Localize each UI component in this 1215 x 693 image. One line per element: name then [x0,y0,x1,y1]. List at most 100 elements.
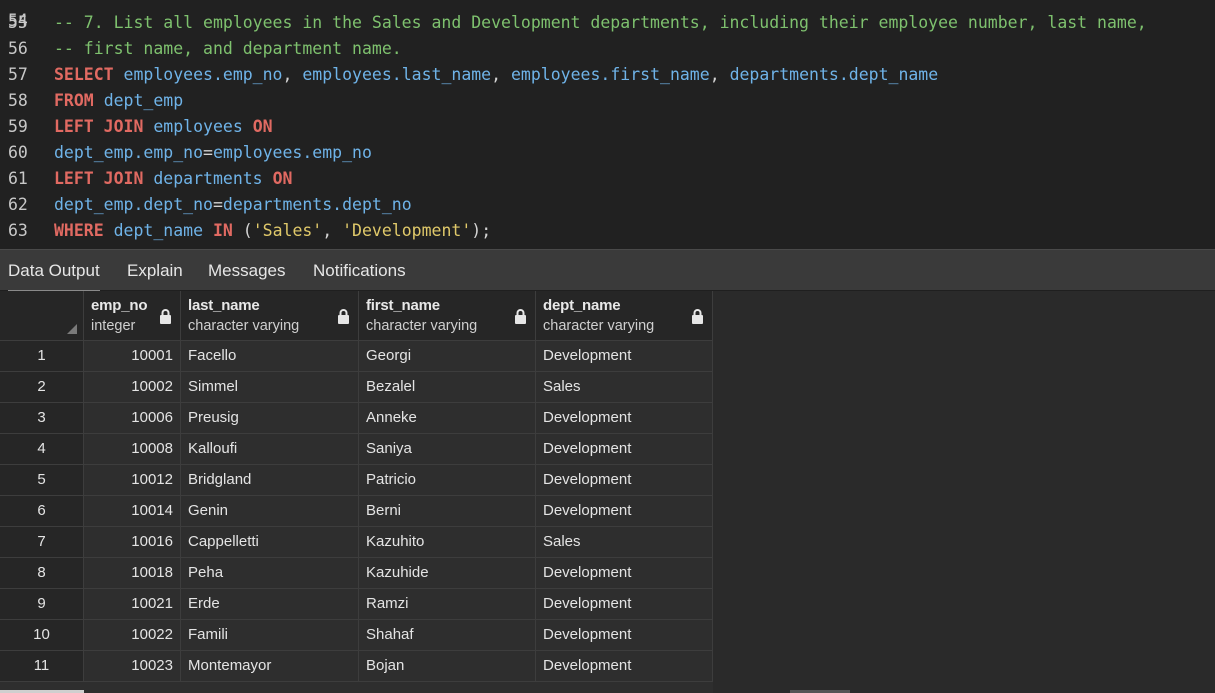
cell-first-name[interactable]: Kazuhito [359,527,536,558]
cell-first-name[interactable]: Anneke [359,403,536,434]
code-token: ON [272,169,293,188]
column-header-emp-no[interactable]: emp_no integer [84,291,181,341]
code-token: , [709,65,730,84]
cell-emp-no[interactable]: 10022 [84,620,181,651]
cell-last-name[interactable]: Famili [181,620,359,651]
table-row[interactable]: 3 10006 Preusig Anneke Development [0,403,713,434]
code-line[interactable]: 57 SELECT employees.emp_no, employees.las… [0,62,1215,88]
cell-dept-name[interactable]: Development [536,589,713,620]
row-number[interactable]: 2 [0,372,84,403]
table-row[interactable]: 10 10022 Famili Shahaf Development [0,620,713,651]
cell-emp-no[interactable]: 10021 [84,589,181,620]
cell-dept-name[interactable]: Development [536,341,713,372]
cell-last-name[interactable]: Erde [181,589,359,620]
tab-explain[interactable]: Explain [127,250,183,292]
cell-dept-name[interactable]: Development [536,620,713,651]
cell-first-name[interactable]: Berni [359,496,536,527]
row-number[interactable]: 10 [0,620,84,651]
tab-data-output[interactable]: Data Output [8,250,100,292]
code-token: dept_emp.dept_no [54,195,213,214]
cell-emp-no[interactable]: 10012 [84,465,181,496]
row-number[interactable]: 11 [0,651,84,682]
row-number[interactable]: 1 [0,341,84,372]
cell-dept-name[interactable]: Development [536,434,713,465]
table-row[interactable]: 7 10016 Cappelletti Kazuhito Sales [0,527,713,558]
table-row[interactable]: 2 10002 Simmel Bezalel Sales [0,372,713,403]
cell-dept-name[interactable]: Development [536,496,713,527]
table-row[interactable]: 1 10001 Facello Georgi Development [0,341,713,372]
cell-dept-name[interactable]: Development [536,403,713,434]
cell-last-name[interactable]: Cappelletti [181,527,359,558]
cell-dept-name[interactable]: Development [536,465,713,496]
cell-emp-no[interactable]: 10002 [84,372,181,403]
table-row[interactable]: 5 10012 Bridgland Patricio Development [0,465,713,496]
cell-emp-no[interactable]: 10001 [84,341,181,372]
column-type: character varying [543,318,655,334]
cell-last-name[interactable]: Facello [181,341,359,372]
tab-messages[interactable]: Messages [208,250,285,292]
cell-last-name[interactable]: Kalloufi [181,434,359,465]
row-number[interactable]: 5 [0,465,84,496]
cell-emp-no[interactable]: 10016 [84,527,181,558]
cell-dept-name[interactable]: Sales [536,527,713,558]
code-line[interactable]: 61 LEFT JOIN departments ON [0,166,1215,192]
cell-first-name[interactable]: Bojan [359,651,536,682]
cell-last-name[interactable]: Bridgland [181,465,359,496]
cell-emp-no[interactable]: 10006 [84,403,181,434]
lock-icon [337,309,350,324]
cell-last-name[interactable]: Genin [181,496,359,527]
sql-editor[interactable]: 54 55 -- 7. List all employees in the Sal… [0,0,1215,249]
cell-emp-no[interactable]: 10023 [84,651,181,682]
code-line[interactable]: 62 dept_emp.dept_no=departments.dept_no [0,192,1215,218]
code-line[interactable]: 55 -- 7. List all employees in the Sales … [0,10,1215,36]
code-line[interactable]: 60 dept_emp.emp_no=employees.emp_no [0,140,1215,166]
cell-first-name[interactable]: Ramzi [359,589,536,620]
cell-dept-name[interactable]: Development [536,558,713,589]
cell-first-name[interactable]: Saniya [359,434,536,465]
cell-last-name[interactable]: Peha [181,558,359,589]
code-token: departments [153,169,263,188]
line-number: 63 [8,221,28,240]
line-number: 57 [8,65,28,84]
code-line[interactable]: 56 -- first name, and department name. [0,36,1215,62]
column-header-last-name[interactable]: last_name character varying [181,291,359,341]
cell-first-name[interactable]: Georgi [359,341,536,372]
row-number[interactable]: 6 [0,496,84,527]
table-row[interactable]: 8 10018 Peha Kazuhide Development [0,558,713,589]
table-row[interactable]: 11 10023 Montemayor Bojan Development [0,651,713,682]
row-number[interactable]: 7 [0,527,84,558]
code-token: -- first name, and department name. [54,39,402,58]
code-line[interactable]: 58 FROM dept_emp [0,88,1215,114]
code-token: dept_name [113,221,204,240]
cell-first-name[interactable]: Kazuhide [359,558,536,589]
cell-last-name[interactable]: Preusig [181,403,359,434]
row-number[interactable]: 4 [0,434,84,465]
row-number[interactable]: 9 [0,589,84,620]
cell-first-name[interactable]: Patricio [359,465,536,496]
table-row[interactable]: 4 10008 Kalloufi Saniya Development [0,434,713,465]
select-all-corner[interactable] [0,291,84,341]
cell-emp-no[interactable]: 10018 [84,558,181,589]
cell-first-name[interactable]: Shahaf [359,620,536,651]
cell-dept-name[interactable]: Development [536,651,713,682]
table-row[interactable]: 9 10021 Erde Ramzi Development [0,589,713,620]
table-row[interactable]: 6 10014 Genin Berni Development [0,496,713,527]
column-type: character varying [188,318,300,334]
cell-last-name[interactable]: Montemayor [181,651,359,682]
cell-emp-no[interactable]: 10008 [84,434,181,465]
column-header-first-name[interactable]: first_name character varying [359,291,536,341]
cell-dept-name[interactable]: Sales [536,372,713,403]
row-number[interactable]: 8 [0,558,84,589]
cell-last-name[interactable]: Simmel [181,372,359,403]
cell-emp-no[interactable]: 10014 [84,496,181,527]
tab-notifications[interactable]: Notifications [313,250,406,292]
code-line[interactable]: 59 LEFT JOIN employees ON [0,114,1215,140]
row-number[interactable]: 3 [0,403,84,434]
cell-first-name[interactable]: Bezalel [359,372,536,403]
column-header-dept-name[interactable]: dept_name character varying [536,291,713,341]
code-line[interactable]: 63 WHERE dept_name IN ('Sales', 'Developm… [0,218,1215,244]
